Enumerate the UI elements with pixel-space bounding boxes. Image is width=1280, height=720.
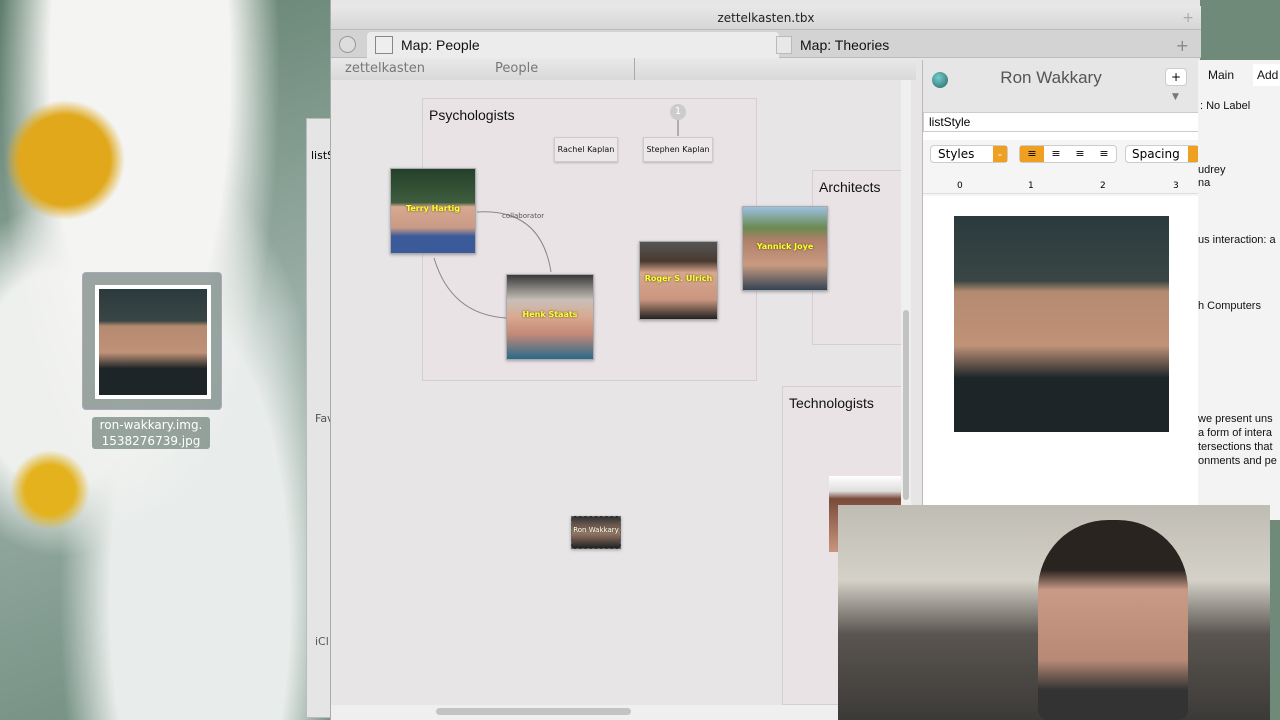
text-line: we present uns — [1198, 413, 1273, 425]
file-thumbnail — [99, 289, 207, 395]
close-tab-circle-icon[interactable] — [339, 36, 356, 53]
note-label: Terry Hartig — [405, 204, 461, 214]
text-line: a form of intera — [1198, 427, 1272, 439]
document-icon — [776, 36, 792, 54]
breadcrumb-item[interactable]: People — [495, 58, 635, 80]
note-ron-wakkary-selected[interactable]: Ron Wakkary — [571, 516, 621, 549]
chevron-down-icon — [1188, 146, 1198, 162]
note-color-icon[interactable] — [932, 72, 948, 88]
note-label: Ron Wakkary — [573, 526, 619, 535]
note-label: Henk Staats — [522, 310, 578, 320]
map-view[interactable]: Psychologists Architects Technologists 1… — [331, 80, 902, 705]
chevron-down-icon: ⌄ — [993, 146, 1007, 162]
file-label-line: 1538276739.jpg — [101, 434, 201, 448]
styles-label: Styles — [938, 147, 975, 161]
text-line: na — [1198, 177, 1211, 189]
label-field: : No Label — [1200, 100, 1251, 112]
webcam-overlay — [838, 505, 1270, 720]
spacing-label: Spacing — [1132, 147, 1180, 161]
ruler-tick: 3 — [1173, 181, 1179, 191]
text-line: us interaction: a — [1198, 234, 1276, 246]
right-background-window: Main Add : No Label udrey na us interacti… — [1198, 60, 1280, 520]
add-tab-button[interactable]: + — [1176, 36, 1189, 55]
text-pane: Ron Wakkary + ▼ listStyle Styles ⌄ ≡ ≡ ≡ ≡ S… — [922, 60, 1199, 505]
breadcrumb: zettelkasten People — [331, 58, 916, 80]
tab-main[interactable]: Main — [1208, 68, 1234, 82]
note-yannick-joye[interactable]: Yannick Joye — [742, 206, 828, 291]
text-line: tersections that — [1198, 441, 1273, 453]
note-rachel-kaplan[interactable]: Rachel Kaplan — [554, 137, 618, 162]
ruler-tick: 2 — [1100, 181, 1106, 191]
tab-label: Map: People — [401, 37, 480, 53]
text-line: onments and pe — [1198, 455, 1277, 467]
disclosure-triangle-icon[interactable]: ▼ — [1172, 92, 1179, 102]
map-view-icon — [375, 36, 393, 54]
note-stephen-kaplan[interactable]: Stephen Kaplan — [643, 137, 713, 162]
ruler-tick: 1 — [1028, 181, 1034, 191]
note-terry-hartig[interactable]: Terry Hartig — [390, 168, 476, 254]
align-right-icon[interactable]: ≡ — [1092, 146, 1116, 162]
tab-map-theories[interactable]: Map: Theories — [776, 32, 1166, 58]
spacing-dropdown[interactable]: Spacing — [1125, 145, 1199, 163]
window-title: zettelkasten.tbx — [331, 6, 1201, 30]
note-title[interactable]: Ron Wakkary — [963, 68, 1139, 88]
text-line: h Computers — [1198, 300, 1261, 312]
add-attribute-button[interactable]: + — [1165, 68, 1187, 86]
add-window-button[interactable]: + — [1182, 10, 1194, 26]
breadcrumb-item[interactable]: zettelkasten — [345, 58, 425, 80]
format-toolbar: Styles ⌄ ≡ ≡ ≡ ≡ Spacing 0 1 2 3 — [923, 140, 1199, 196]
note-label: Roger S. Ulrich — [644, 274, 713, 284]
desktop-file-label[interactable]: ron-wakkary.img. 1538276739.jpg — [92, 417, 210, 449]
count-badge: 1 — [670, 104, 686, 120]
note-image[interactable] — [954, 216, 1169, 432]
ruler-tick: 0 — [957, 181, 963, 191]
ruler[interactable]: 0 1 2 3 — [923, 170, 1199, 194]
tab-label: Map: Theories — [800, 37, 890, 53]
tab-map-people[interactable]: Map: People — [367, 32, 779, 58]
alignment-control: ≡ ≡ ≡ ≡ — [1019, 145, 1117, 163]
attribute-field[interactable]: listStyle — [923, 112, 1199, 132]
note-henk-staats[interactable]: Henk Staats — [506, 274, 594, 360]
text-line: udrey — [1198, 164, 1226, 176]
tab-bar: Map: People Map: Theories + — [331, 30, 1201, 58]
horizontal-scrollbar[interactable] — [331, 705, 841, 720]
styles-dropdown[interactable]: Styles ⌄ — [930, 145, 1008, 163]
note-roger-ulrich[interactable]: Roger S. Ulrich — [639, 241, 718, 320]
presenter — [1038, 520, 1188, 720]
desktop-file-icon[interactable] — [82, 272, 222, 410]
align-justify-icon[interactable]: ≡ — [1068, 146, 1092, 162]
note-header: Ron Wakkary + ▼ — [923, 60, 1199, 112]
link-label: collaborator — [502, 212, 545, 220]
file-label-line: ron-wakkary.img. — [99, 418, 203, 432]
align-center-icon[interactable]: ≡ — [1044, 146, 1068, 162]
tab-add[interactable]: Add — [1253, 64, 1280, 86]
note-label: Yannick Joye — [756, 241, 814, 251]
align-left-icon[interactable]: ≡ — [1020, 146, 1044, 162]
